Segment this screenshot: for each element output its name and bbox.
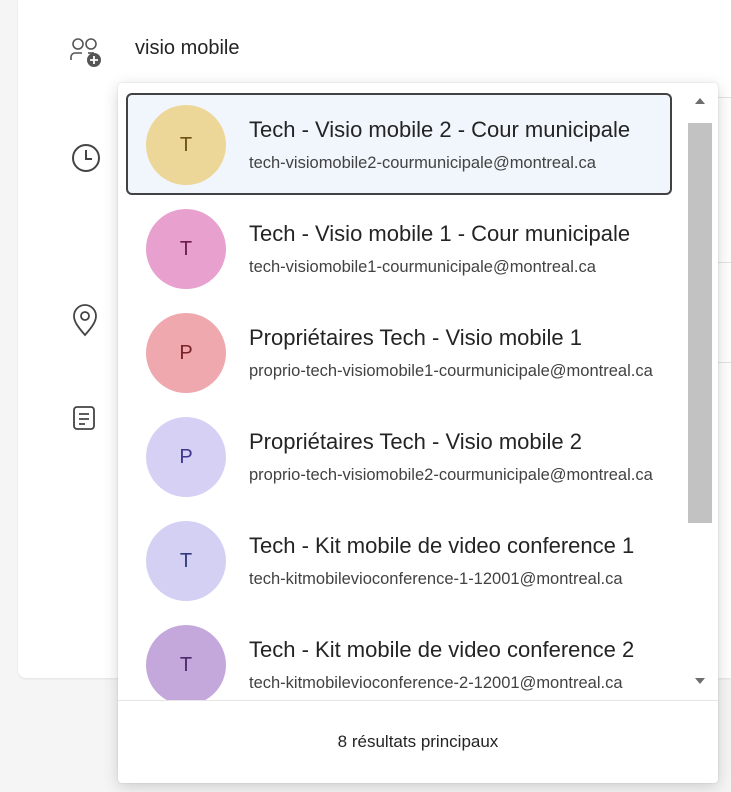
suggestion-email: proprio-tech-visiomobile1-courmunicipale… — [249, 362, 653, 380]
suggestion-name: Tech - Visio mobile 1 - Cour municipale — [249, 221, 631, 246]
suggestion-email: tech-visiomobile2-courmunicipale@montrea… — [249, 154, 596, 172]
add-people-icon — [68, 34, 104, 75]
suggestion-item[interactable]: T Tech - Kit mobile de video conference 2… — [126, 613, 672, 700]
scroll-up-arrow-icon[interactable] — [688, 91, 712, 111]
notes-icon — [70, 403, 100, 438]
suggestion-item[interactable]: P Propriétaires Tech - Visio mobile 1 prop… — [126, 301, 672, 403]
results-count-label: 8 résultats principaux — [337, 732, 499, 751]
attendee-suggestions-dropdown: T Tech - Visio mobile 2 - Cour municipale… — [118, 83, 718, 783]
suggestion-item[interactable]: T Tech - Visio mobile 1 - Cour municipale… — [126, 197, 672, 299]
suggestion-name: Tech - Kit mobile de video conference 1 — [249, 533, 635, 558]
suggestion-name: Propriétaires Tech - Visio mobile 2 — [249, 429, 583, 454]
divider — [718, 262, 731, 263]
suggestion-email: tech-visiomobile1-courmunicipale@montrea… — [249, 258, 596, 276]
suggestion-name: Propriétaires Tech - Visio mobile 1 — [249, 325, 583, 350]
avatar: T — [146, 105, 226, 185]
suggestion-email: proprio-tech-visiomobile2-courmunicipale… — [249, 466, 653, 484]
attendee-search-input[interactable] — [135, 30, 695, 66]
suggestion-email: tech-kitmobilevioconference-2-12001@mont… — [249, 674, 623, 692]
divider — [718, 362, 731, 363]
scroll-down-arrow-icon[interactable] — [688, 671, 712, 691]
avatar: P — [146, 417, 226, 497]
suggestion-name: Tech - Kit mobile de video conference 2 — [249, 637, 635, 662]
results-list: T Tech - Visio mobile 2 - Cour municipale… — [118, 83, 688, 700]
clock-icon — [68, 140, 104, 181]
suggestion-item[interactable]: P Propriétaires Tech - Visio mobile 2 prop… — [126, 405, 672, 507]
suggestion-item[interactable]: T Tech - Visio mobile 2 - Cour municipale… — [126, 93, 672, 195]
suggestion-name: Tech - Visio mobile 2 - Cour municipale — [249, 117, 631, 142]
scrollbar-thumb[interactable] — [688, 123, 712, 523]
divider — [718, 97, 731, 98]
avatar: T — [146, 209, 226, 289]
avatar: T — [146, 625, 226, 700]
location-icon — [69, 303, 101, 344]
avatar: T — [146, 521, 226, 601]
suggestion-item[interactable]: T Tech - Kit mobile de video conference 1… — [126, 509, 672, 611]
scrollbar[interactable] — [688, 89, 718, 700]
suggestion-email: tech-kitmobilevioconference-1-12001@mont… — [249, 570, 623, 588]
avatar: P — [146, 313, 226, 393]
results-count-footer: 8 résultats principaux — [118, 700, 718, 783]
